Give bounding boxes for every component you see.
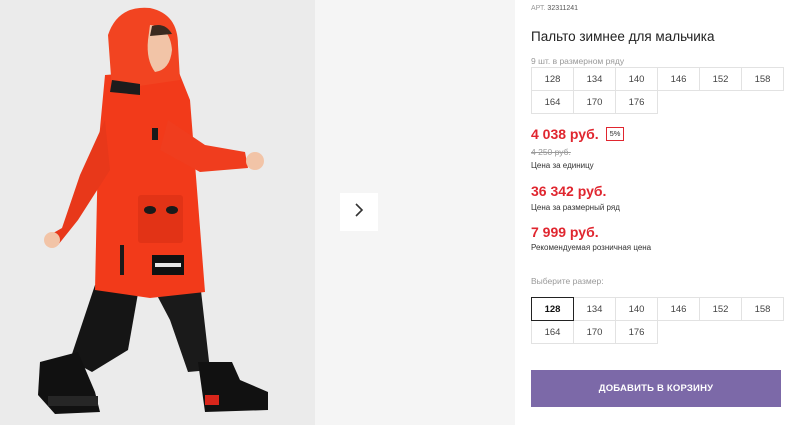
pack-size-cell: 164: [531, 90, 574, 114]
pack-size-cell: 158: [741, 67, 784, 91]
pack-size-cell: 152: [699, 67, 742, 91]
pack-price-label: Цена за размерный ряд: [531, 203, 620, 212]
product-photo: [0, 0, 315, 425]
size-option[interactable]: 158: [741, 297, 784, 321]
pack-size-label: 9 шт. в размерном ряду: [531, 56, 625, 66]
pack-size-cell: 146: [657, 67, 700, 91]
chevron-right-icon: [352, 202, 366, 223]
discount-badge: 5%: [605, 127, 625, 141]
product-title: Пальто зимнее для мальчика: [531, 29, 715, 44]
size-picker: 128 134 140 146 152 158 164 170 176: [531, 297, 784, 344]
size-option[interactable]: 146: [657, 297, 700, 321]
size-option[interactable]: 170: [573, 320, 616, 344]
add-to-cart-button[interactable]: ДОБАВИТЬ В КОРЗИНУ: [531, 370, 781, 407]
size-option[interactable]: 152: [699, 297, 742, 321]
old-price: 4 250 руб.: [531, 147, 571, 157]
rrp-price: 7 999 руб.: [531, 224, 599, 240]
size-option[interactable]: 134: [573, 297, 616, 321]
next-image-button[interactable]: [340, 193, 378, 231]
pack-size-table: 128 134 140 146 152 158 164 170 176: [531, 67, 784, 114]
pack-size-cell: 134: [573, 67, 616, 91]
pack-price: 36 342 руб.: [531, 183, 607, 199]
unit-price-row: 4 038 руб. 5%: [531, 126, 625, 142]
rrp-label: Рекомендуемая розничная цена: [531, 243, 652, 252]
pack-size-cell: 140: [615, 67, 658, 91]
size-option[interactable]: 140: [615, 297, 658, 321]
pack-size-cell: 176: [615, 90, 658, 114]
unit-price: 4 038 руб.: [531, 126, 599, 142]
unit-price-label: Цена за единицу: [531, 161, 594, 170]
size-option[interactable]: 176: [615, 320, 658, 344]
size-option-selected[interactable]: 128: [531, 297, 574, 321]
pack-size-cell: 170: [573, 90, 616, 114]
pack-size-cell: 128: [531, 67, 574, 91]
sku-label: АРТ.: [531, 5, 546, 12]
choose-size-label: Выберите размер:: [531, 276, 604, 286]
product-sku: АРТ. 32311241: [531, 5, 578, 12]
size-option[interactable]: 164: [531, 320, 574, 344]
sku-value: 32311241: [547, 5, 579, 12]
